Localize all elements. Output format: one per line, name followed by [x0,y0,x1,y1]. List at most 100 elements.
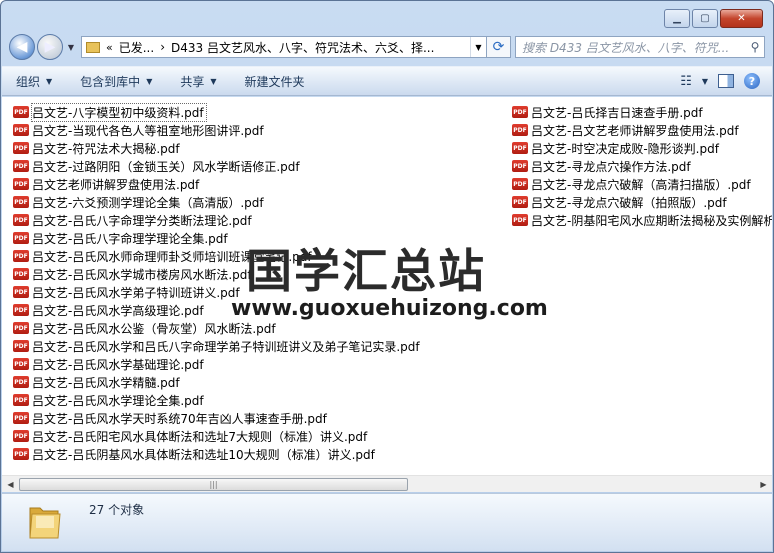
file-name: 吕文艺-吕文艺老师讲解罗盘使用法.pdf [531,123,739,138]
file-item[interactable]: PDF 吕文艺-阴基阳宅风水应期断法揭秘及实例解析 [512,211,772,229]
address-separator[interactable]: › [160,40,165,54]
file-item[interactable]: PDF 吕文艺-寻龙点穴破解（拍照版）.pdf [512,193,772,211]
scroll-right-button[interactable]: ▶ [755,476,772,493]
pdf-file-icon: PDF [512,124,528,136]
close-button[interactable]: ✕ [720,9,763,28]
pdf-file-icon: PDF [13,412,29,424]
scrollbar-thumb[interactable]: ||| [19,477,408,491]
pdf-file-icon: PDF [13,268,29,280]
pdf-file-icon: PDF [13,106,29,118]
file-name: 吕文艺-当现代各色人等祖室地形图讲评.pdf [32,123,264,138]
minimize-button[interactable]: ▁ [664,9,690,28]
share-button[interactable]: 共享 ▼ [180,73,216,90]
address-parent-crumb[interactable]: 已发... [119,39,154,56]
forward-button[interactable]: ▶ [37,34,63,60]
horizontal-scrollbar[interactable]: ◀ ||| ▶ [2,475,772,492]
back-button[interactable]: ◀ [9,34,35,60]
pdf-file-icon: PDF [13,430,29,442]
pdf-file-icon: PDF [512,106,528,118]
organize-button[interactable]: 组织 ▼ [16,73,52,90]
file-item[interactable]: PDF 吕文艺-吕文艺老师讲解罗盘使用法.pdf [512,121,772,139]
pdf-file-icon: PDF [512,178,528,190]
pdf-file-icon: PDF [512,214,528,226]
file-item[interactable]: PDF 吕文艺-吕氏风水学城市楼房风水断法.pdf [13,265,422,283]
include-in-library-button[interactable]: 包含到库中 ▼ [80,73,152,90]
pdf-file-icon: PDF [13,142,29,154]
file-name: 吕文艺-吕氏风水学高级理论.pdf [32,303,204,318]
file-item[interactable]: PDF 吕文艺-过路阴阳（金锁玉关）风水学断语修正.pdf [13,157,422,175]
file-item[interactable]: PDF 吕文艺-寻龙点穴操作方法.pdf [512,157,772,175]
file-item[interactable]: PDF 吕文艺-符咒法术大揭秘.pdf [13,139,422,157]
file-item[interactable]: PDF 吕文艺-吕氏风水学高级理论.pdf [13,301,422,319]
preview-pane-icon[interactable] [718,74,734,88]
file-item[interactable]: PDF 吕文艺-吕氏风水学天时系统70年吉凶人事速查手册.pdf [13,409,422,427]
file-item[interactable]: PDF 吕文艺-八字模型初中级资料.pdf [13,102,422,122]
pdf-file-icon: PDF [13,124,29,136]
file-item[interactable]: PDF 吕文艺老师讲解罗盘使用法.pdf [13,175,422,193]
chevron-down-icon: ▼ [475,42,482,52]
file-name: 吕文艺-阴基阳宅风水应期断法揭秘及实例解析 [531,213,772,228]
file-item[interactable]: PDF 吕文艺-吕氏风水学和吕氏八字命理学弟子特训班讲义及弟子笔记实录.pdf [13,337,422,355]
chevron-down-icon: ▼ [46,76,53,86]
file-item[interactable]: PDF 吕文艺-吕氏风水学基础理论.pdf [13,355,422,373]
file-item[interactable]: PDF 吕文艺-吕氏择吉日速查手册.pdf [512,103,772,121]
pdf-file-icon: PDF [13,394,29,406]
file-item[interactable]: PDF 吕文艺-六爻预测学理论全集（高清版）.pdf [13,193,422,211]
pdf-file-icon: PDF [512,196,528,208]
file-item[interactable]: PDF 吕文艺-吕氏八字命理学分类断法理论.pdf [13,211,422,229]
file-list-area[interactable]: PDF 吕文艺-八字模型初中级资料.pdf PDF 吕文艺-当现代各色人等祖室地形图讲… [2,97,772,475]
scrollbar-track[interactable]: ||| [19,477,755,492]
new-folder-label: 新建文件夹 [244,74,305,89]
file-item[interactable]: PDF 吕文艺-吕氏风水学精髓.pdf [13,373,422,391]
file-item[interactable]: PDF 吕文艺-寻龙点穴破解（高清扫描版）.pdf [512,175,772,193]
file-item[interactable]: PDF 吕文艺-吕氏风水师命理师卦爻师培训班课堂笔记.pdf [13,247,422,265]
pdf-file-icon: PDF [13,448,29,460]
command-bar: 组织 ▼ 包含到库中 ▼ 共享 ▼ 新建文件夹 ☷ ▼ ? [2,66,772,96]
file-item[interactable]: PDF 吕文艺-吕氏风水学弟子特训班讲义.pdf [13,283,422,301]
view-options-dropdown[interactable]: ▼ [702,77,708,86]
file-item[interactable]: PDF 吕文艺-吕氏风水公鉴（骨灰堂）风水断法.pdf [13,319,422,337]
organize-label: 组织 [16,74,41,89]
window-controls: ▁ ▢ ✕ [664,9,763,28]
pdf-file-icon: PDF [13,232,29,244]
search-icon[interactable]: ⚲ [746,38,764,56]
file-item[interactable]: PDF 吕文艺-吕氏阳宅风水具体断法和选址7大规则（标准）讲义.pdf [13,427,422,445]
file-name: 吕文艺-吕氏风水学理论全集.pdf [32,393,204,408]
address-bar[interactable]: « 已发... › D433 吕文艺风水、八字、符咒法术、六爻、择... ▼ [81,36,487,58]
change-view-icon[interactable]: ☷ [680,74,692,89]
file-item[interactable]: PDF 吕文艺-吕氏八字命理学理论全集.pdf [13,229,422,247]
pdf-file-icon: PDF [512,142,528,154]
pdf-file-icon: PDF [13,214,29,226]
file-name: 吕文艺-吕氏八字命理学分类断法理论.pdf [32,213,252,228]
file-name: 吕文艺-六爻预测学理论全集（高清版）.pdf [32,195,264,210]
address-current-crumb[interactable]: D433 吕文艺风水、八字、符咒法术、六爻、择... [171,39,434,56]
file-item[interactable]: PDF 吕文艺-时空决定成败-隐形谈判.pdf [512,139,772,157]
recent-pages-dropdown[interactable]: ▼ [65,43,77,52]
address-dropdown[interactable]: ▼ [470,37,486,57]
file-name: 吕文艺-吕氏风水学精髓.pdf [32,375,180,390]
file-name: 吕文艺-吕氏八字命理学理论全集.pdf [32,231,228,246]
pdf-file-icon: PDF [13,304,29,316]
scroll-left-button[interactable]: ◀ [2,476,19,493]
refresh-button[interactable]: ⟳ [487,36,511,58]
file-name: 吕文艺-吕氏阴基风水具体断法和选址10大规则（标准）讲义.pdf [32,447,375,462]
include-library-label: 包含到库中 [80,74,141,89]
search-input[interactable]: 搜索 D433 吕文艺风水、八字、符咒... ⚲ [515,36,765,58]
pdf-file-icon: PDF [13,196,29,208]
address-overflow-chevron[interactable]: « [106,41,113,54]
pdf-file-icon: PDF [13,160,29,172]
chevron-down-icon: ▼ [146,76,153,86]
pdf-file-icon: PDF [13,358,29,370]
help-icon[interactable]: ? [744,73,760,89]
grip-icon: ||| [209,479,218,489]
share-label: 共享 [180,74,205,89]
file-column-2: PDF 吕文艺-吕氏择吉日速查手册.pdf PDF 吕文艺-吕文艺老师讲解罗盘使用法.… [512,103,772,229]
maximize-button[interactable]: ▢ [692,9,718,28]
file-item[interactable]: PDF 吕文艺-当现代各色人等祖室地形图讲评.pdf [13,121,422,139]
file-name: 吕文艺-时空决定成败-隐形谈判.pdf [531,141,719,156]
file-item[interactable]: PDF 吕文艺-吕氏风水学理论全集.pdf [13,391,422,409]
file-name: 吕文艺-吕氏风水公鉴（骨灰堂）风水断法.pdf [32,321,276,336]
file-item[interactable]: PDF 吕文艺-吕氏阴基风水具体断法和选址10大规则（标准）讲义.pdf [13,445,422,463]
new-folder-button[interactable]: 新建文件夹 [245,73,305,90]
back-arrow-icon: ◀ [16,39,28,55]
